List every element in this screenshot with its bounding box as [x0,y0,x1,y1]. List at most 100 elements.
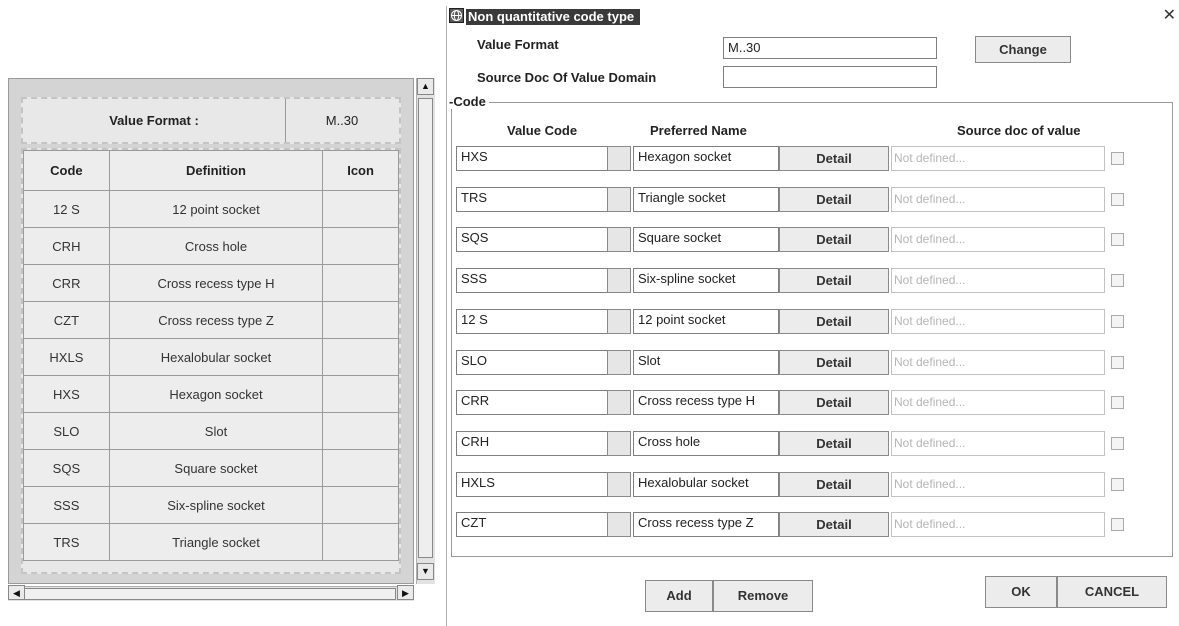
value-code-picker-button[interactable] [607,146,631,171]
preferred-name-field[interactable]: Cross recess type Z [633,512,779,537]
row-checkbox[interactable] [1111,193,1124,206]
code-row: CZT Cross recess type Z Detail Not defined.… [447,512,1179,538]
detail-button[interactable]: Detail [779,472,889,497]
source-doc-value-field[interactable]: Not defined... [891,431,1105,456]
value-code-picker-button[interactable] [607,350,631,375]
remove-button[interactable]: Remove [713,580,813,612]
row-checkbox[interactable] [1111,518,1124,531]
row-checkbox[interactable] [1111,152,1124,165]
row-checkbox[interactable] [1111,478,1124,491]
table-row[interactable]: SQS Square socket [23,449,399,487]
value-code-picker-button[interactable] [607,227,631,252]
value-code-field[interactable]: SQS [456,227,616,252]
detail-button[interactable]: Detail [779,350,889,375]
source-doc-value-field[interactable]: Not defined... [891,268,1105,293]
dialog-title: Non quantitative code type [466,9,641,25]
value-format-field[interactable]: M..30 [723,37,937,59]
value-code-field[interactable]: HXLS [456,472,616,497]
scroll-down-icon[interactable]: ▼ [417,563,434,580]
cancel-button[interactable]: CANCEL [1057,576,1167,608]
row-checkbox[interactable] [1111,233,1124,246]
preferred-name-field[interactable]: Six-spline socket [633,268,779,293]
detail-button[interactable]: Detail [779,390,889,415]
source-doc-value-field[interactable]: Not defined... [891,227,1105,252]
source-doc-value-field[interactable]: Not defined... [891,187,1105,212]
value-code-picker-button[interactable] [607,309,631,334]
value-code-field[interactable]: CRR [456,390,616,415]
horizontal-scrollbar[interactable]: ◀ ▶ [8,585,414,601]
col-header-preferred-name: Preferred Name [650,123,747,138]
table-row[interactable]: SSS Six-spline socket [23,486,399,524]
preferred-name-field[interactable]: 12 point socket [633,309,779,334]
table-row[interactable]: CRH Cross hole [23,227,399,265]
row-checkbox[interactable] [1111,274,1124,287]
preferred-name-field[interactable]: Cross recess type H [633,390,779,415]
value-code-field[interactable]: CRH [456,431,616,456]
table-row[interactable]: CRR Cross recess type H [23,264,399,302]
table-row[interactable]: HXLS Hexalobular socket [23,338,399,376]
source-doc-value-field[interactable]: Not defined... [891,390,1105,415]
cell-icon [322,190,399,228]
col-header-definition[interactable]: Definition [108,150,324,191]
source-doc-value-field[interactable]: Not defined... [891,512,1105,537]
value-code-field[interactable]: CZT [456,512,616,537]
close-icon[interactable]: ✕ [1163,6,1176,26]
table-row[interactable]: HXS Hexagon socket [23,375,399,413]
value-code-picker-button[interactable] [607,431,631,456]
value-code-field[interactable]: HXS [456,146,616,171]
source-doc-value-field[interactable]: Not defined... [891,309,1105,334]
value-code-field[interactable]: SSS [456,268,616,293]
preferred-name-field[interactable]: Triangle socket [633,187,779,212]
table-row[interactable]: TRS Triangle socket [23,523,399,561]
detail-button[interactable]: Detail [779,268,889,293]
row-checkbox[interactable] [1111,315,1124,328]
preferred-name-field[interactable]: Slot [633,350,779,375]
add-button[interactable]: Add [645,580,713,612]
detail-button[interactable]: Detail [779,512,889,537]
code-row: SLO Slot Detail Not defined... [447,350,1179,376]
detail-button[interactable]: Detail [779,146,889,171]
code-list-panel: Value Format : M..30 Code Definition Ico… [8,78,435,601]
cell-definition: 12 point socket [108,190,324,228]
row-checkbox[interactable] [1111,356,1124,369]
source-doc-value-field[interactable]: Not defined... [891,472,1105,497]
vertical-scrollbar[interactable]: ▲ ▼ [416,78,435,584]
value-code-picker-button[interactable] [607,187,631,212]
scroll-right-icon[interactable]: ▶ [397,585,414,600]
code-row: HXS Hexagon socket Detail Not defined... [447,146,1179,172]
col-header-icon[interactable]: Icon [322,150,399,191]
source-doc-value-field[interactable]: Not defined... [891,146,1105,171]
table-row[interactable]: 12 S 12 point socket [23,190,399,228]
value-code-field[interactable]: TRS [456,187,616,212]
source-doc-field[interactable] [723,66,937,88]
row-checkbox[interactable] [1111,396,1124,409]
col-header-code[interactable]: Code [23,150,110,191]
preferred-name-field[interactable]: Square socket [633,227,779,252]
source-doc-value-field[interactable]: Not defined... [891,350,1105,375]
value-code-picker-button[interactable] [607,472,631,497]
cell-icon [322,523,399,561]
detail-button[interactable]: Detail [779,227,889,252]
preferred-name-field[interactable]: Hexalobular socket [633,472,779,497]
detail-button[interactable]: Detail [779,187,889,212]
horizontal-scroll-thumb[interactable] [24,588,396,600]
table-row[interactable]: SLO Slot [23,412,399,450]
value-code-field[interactable]: 12 S [456,309,616,334]
dialog-titlebar[interactable]: Non quantitative code type ✕ [447,6,1179,28]
value-code-field[interactable]: SLO [456,350,616,375]
scroll-up-icon[interactable]: ▲ [417,78,434,95]
cell-definition: Triangle socket [108,523,324,561]
row-checkbox[interactable] [1111,437,1124,450]
value-code-picker-button[interactable] [607,390,631,415]
table-row[interactable]: CZT Cross recess type Z [23,301,399,339]
value-code-picker-button[interactable] [607,512,631,537]
detail-button[interactable]: Detail [779,309,889,334]
change-button[interactable]: Change [975,36,1071,63]
preferred-name-field[interactable]: Hexagon socket [633,146,779,171]
detail-button[interactable]: Detail [779,431,889,456]
vertical-scroll-thumb[interactable] [418,98,433,558]
scroll-left-icon[interactable]: ◀ [8,585,25,600]
value-code-picker-button[interactable] [607,268,631,293]
preferred-name-field[interactable]: Cross hole [633,431,779,456]
ok-button[interactable]: OK [985,576,1057,608]
